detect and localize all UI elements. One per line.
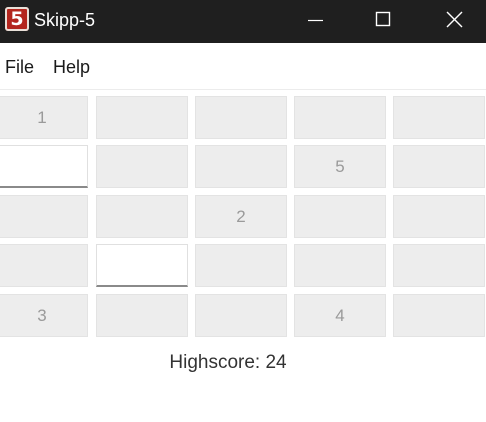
close-icon: [446, 11, 463, 28]
app-icon-glyph: 5: [10, 8, 24, 30]
app-icon: 5: [5, 7, 29, 31]
maximize-icon: [375, 11, 391, 27]
menu-file[interactable]: File: [5, 57, 34, 77]
menu-help[interactable]: Help: [53, 57, 90, 77]
grid-cell-r1-c4[interactable]: [294, 96, 386, 139]
grid-cell-r3-c3[interactable]: 2: [195, 195, 287, 238]
maximize-button[interactable]: [360, 0, 406, 43]
grid-cell-r5-c5[interactable]: [393, 294, 485, 337]
grid-cell-r3-c4[interactable]: [294, 195, 386, 238]
grid-cell-r4-c2[interactable]: [96, 244, 188, 287]
grid-cell-r5-c4[interactable]: 4: [294, 294, 386, 337]
grid-cell-r1-c2[interactable]: [96, 96, 188, 139]
grid-cell-r1-c5[interactable]: [393, 96, 485, 139]
grid-cell-r5-c3[interactable]: [195, 294, 287, 337]
minimize-icon: [308, 19, 323, 22]
grid-cell-r2-c1[interactable]: [0, 145, 88, 188]
grid-cell-r2-c4[interactable]: 5: [294, 145, 386, 188]
grid-cell-r3-c1[interactable]: [0, 195, 88, 238]
grid-cell-r3-c2[interactable]: [96, 195, 188, 238]
highscore-area: Highscore: 24: [0, 352, 486, 374]
grid-cell-r1-c3[interactable]: [195, 96, 287, 139]
grid-cell-r5-c1[interactable]: 3: [0, 294, 88, 337]
close-button[interactable]: [431, 0, 477, 43]
title-bar: 5 Skipp-5: [0, 0, 486, 43]
grid-cell-r4-c5[interactable]: [393, 244, 485, 287]
grid-cell-r4-c4[interactable]: [294, 244, 386, 287]
grid-cell-r1-c1[interactable]: 1: [0, 96, 88, 139]
minimize-button[interactable]: [292, 0, 338, 43]
grid-cell-r2-c5[interactable]: [393, 145, 485, 188]
window-title: Skipp-5: [34, 10, 96, 30]
grid-cell-r4-c3[interactable]: [195, 244, 287, 287]
grid-cell-r3-c5[interactable]: [393, 195, 485, 238]
grid-cell-r2-c3[interactable]: [195, 145, 287, 188]
grid-cell-r5-c2[interactable]: [96, 294, 188, 337]
menu-bar: File Help: [0, 43, 486, 90]
grid-cell-r4-c1[interactable]: [0, 244, 88, 287]
grid-cell-r2-c2[interactable]: [96, 145, 188, 188]
highscore-label: Highscore: 24: [169, 352, 287, 373]
